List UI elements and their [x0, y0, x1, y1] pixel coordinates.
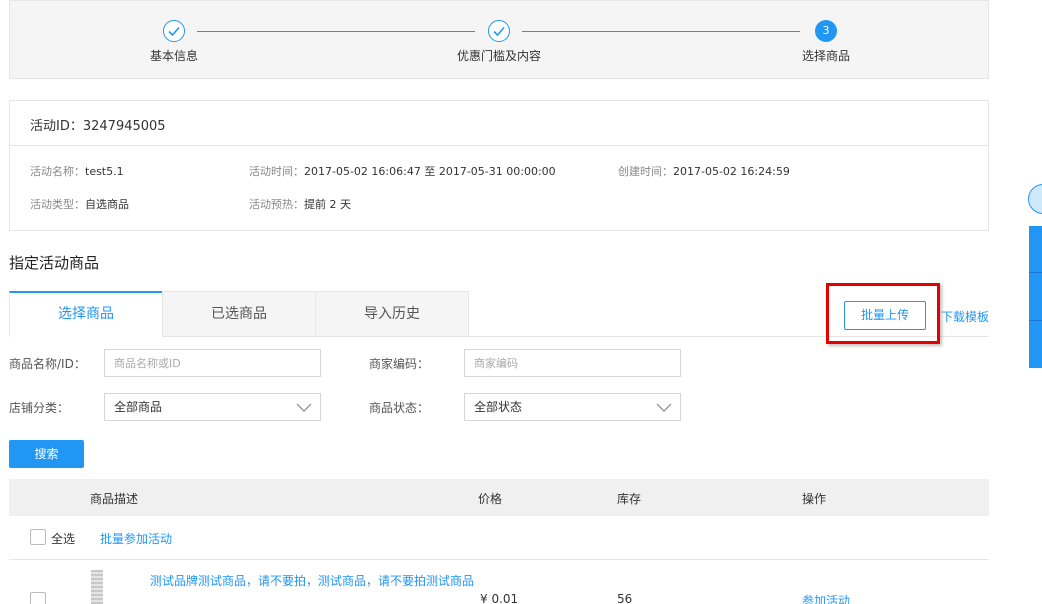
merchant-code-input[interactable]	[464, 349, 681, 377]
activity-name: 活动名称：test5.1	[30, 163, 124, 179]
tab-import-history[interactable]: 导入历史	[315, 291, 469, 337]
activity-id-label: 活动ID：	[30, 119, 83, 134]
store-category-label: 店铺分类：	[9, 401, 70, 415]
step-2-check-icon	[488, 20, 510, 42]
activity-info-card: 活动ID：3247945005 活动名称：test5.1 活动时间：2017-0…	[9, 100, 989, 231]
product-name-link[interactable]: 测试品牌测试商品，请不要拍，测试商品，请不要拍测试商品	[150, 572, 474, 589]
step-progress: 3 基本信息 优惠门槛及内容 选择商品	[9, 0, 989, 79]
activity-type-label: 活动类型：	[30, 198, 85, 211]
activity-name-label: 活动名称：	[30, 165, 85, 178]
join-activity-link[interactable]: 参加活动	[802, 592, 850, 604]
activity-id-value: 3247945005	[82, 119, 166, 134]
step-1-check-icon	[163, 20, 185, 42]
table-header: 商品描述 价格 库存 操作	[9, 479, 989, 516]
product-name-input[interactable]	[104, 349, 321, 377]
product-status-select[interactable]: 全部状态	[464, 393, 681, 421]
chevron-down-icon	[656, 403, 672, 412]
tab-select-products[interactable]: 选择商品	[9, 291, 163, 337]
batch-upload-button[interactable]: 批量上传	[844, 301, 926, 330]
store-category-select[interactable]: 全部商品	[104, 393, 321, 421]
tab-selected-products[interactable]: 已选商品	[162, 291, 316, 337]
activity-type: 活动类型：自选商品	[30, 196, 129, 212]
header-action: 操作	[802, 492, 827, 506]
select-all-checkbox[interactable]	[30, 529, 46, 545]
activity-preheat-value: 提前 2 天	[304, 198, 351, 211]
product-name-label: 商品名称/ID：	[9, 357, 86, 371]
activity-time-label: 活动时间：	[249, 165, 304, 178]
merchant-code-label: 商家编码：	[369, 357, 430, 371]
activity-created-label: 创建时间：	[618, 165, 673, 178]
activity-preheat-label: 活动预热：	[249, 198, 304, 211]
step-3-number: 3	[815, 20, 837, 42]
product-status-value: 全部状态	[474, 400, 523, 414]
step-connector	[522, 31, 800, 32]
table-row: 测试品牌测试商品，请不要拍，测试商品，请不要拍测试商品 ¥ 0.01 56 参加…	[9, 561, 989, 604]
store-category-value: 全部商品	[114, 400, 163, 414]
section-title: 指定活动商品	[9, 254, 100, 272]
step-connector	[197, 31, 475, 32]
product-status-label: 商品状态：	[369, 401, 430, 415]
select-all-label: 全选	[51, 532, 76, 546]
product-stock: 56	[617, 592, 633, 604]
divider	[10, 145, 988, 146]
search-button[interactable]: 搜索	[9, 440, 84, 468]
activity-time-value: 2017-05-02 16:06:47 至 2017-05-31 00:00:0…	[304, 165, 556, 178]
step-3-label: 选择商品	[801, 49, 851, 63]
activity-type-value: 自选商品	[85, 198, 129, 211]
side-toolbar[interactable]	[1029, 226, 1042, 368]
step-2-label: 优惠门槛及内容	[456, 49, 542, 63]
customer-service-icon[interactable]	[1028, 184, 1042, 214]
download-template-link[interactable]: 下载模板	[941, 308, 989, 325]
header-price: 价格	[478, 492, 503, 506]
activity-time: 活动时间：2017-05-02 16:06:47 至 2017-05-31 00…	[249, 163, 556, 179]
batch-join-link[interactable]: 批量参加活动	[100, 530, 172, 547]
row-checkbox[interactable]	[30, 592, 46, 604]
chevron-down-icon	[296, 403, 312, 412]
toolbar-divider	[1029, 320, 1042, 321]
toolbar-divider	[1029, 272, 1042, 273]
product-price: ¥ 0.01	[480, 592, 519, 604]
activity-preheat: 活动预热：提前 2 天	[249, 196, 351, 212]
header-description: 商品描述	[90, 492, 139, 506]
activity-created: 创建时间：2017-05-02 16:24:59	[618, 163, 790, 179]
product-thumbnail	[91, 570, 103, 604]
activity-name-value: test5.1	[85, 165, 124, 178]
step-1-label: 基本信息	[149, 49, 199, 63]
select-all-row: 全选 批量参加活动	[9, 516, 989, 560]
activity-id: 活动ID：3247945005	[30, 115, 166, 134]
header-stock: 库存	[617, 492, 642, 506]
activity-created-value: 2017-05-02 16:24:59	[673, 165, 790, 178]
